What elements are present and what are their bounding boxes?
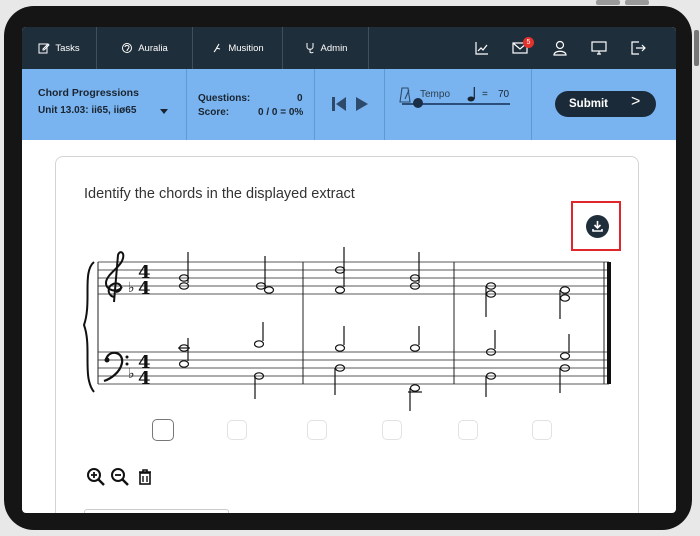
treble-clef <box>104 251 125 303</box>
submit-button[interactable]: Submit > <box>555 91 656 117</box>
device-side-handle <box>694 30 699 66</box>
metronome-icon <box>399 87 411 103</box>
tempo-label: Tempo <box>420 89 451 100</box>
grand-staff-brace <box>82 261 95 393</box>
score-value: 0 / 0 = 0% <box>258 107 304 118</box>
ear-icon <box>122 43 133 53</box>
nav-auralia-label: Auralia <box>138 42 168 54</box>
score-label: Score: <box>198 107 230 118</box>
chart-icon[interactable] <box>473 39 491 57</box>
bottom-panel-edge <box>84 509 229 513</box>
chord-answer-box-1[interactable] <box>152 419 174 441</box>
unit-dropdown-chevron-down-icon[interactable] <box>160 109 168 114</box>
questions-value: 0 <box>297 93 303 104</box>
download-button[interactable] <box>586 215 609 238</box>
download-icon <box>592 221 603 232</box>
device-volume-button <box>596 0 620 5</box>
logout-icon[interactable] <box>629 39 647 57</box>
nav-tasks-label: Tasks <box>55 42 80 54</box>
chord-answer-box-2[interactable] <box>227 420 247 440</box>
nav-auralia[interactable]: Auralia <box>97 27 193 69</box>
key-signature-flat: ♭ <box>128 366 135 382</box>
top-navigation-bar: Tasks Auralia Musition Admin 5 <box>22 27 676 69</box>
zoom-out-icon[interactable] <box>110 467 130 487</box>
svg-text:4: 4 <box>138 278 151 299</box>
key-signature-flat: ♭ <box>128 280 135 296</box>
treble-staff <box>98 261 609 295</box>
nav-admin[interactable]: Admin <box>283 27 369 69</box>
treble-notes <box>178 247 571 319</box>
device-volume-button-2 <box>625 0 649 5</box>
zoom-in-icon[interactable] <box>86 467 106 487</box>
musition-icon <box>213 43 221 53</box>
nav-admin-label: Admin <box>320 42 348 54</box>
trash-icon[interactable] <box>135 467 155 487</box>
divider <box>531 69 532 140</box>
question-text: Identify the chords in the displayed ext… <box>84 186 355 202</box>
chord-answer-box-3[interactable] <box>307 420 327 440</box>
chord-answer-box-4[interactable] <box>382 420 402 440</box>
bass-clef <box>103 351 124 383</box>
bass-notes <box>178 322 571 411</box>
bass-staff <box>98 351 609 385</box>
music-score: ♭ ♭ 4 4 4 4 <box>82 247 611 411</box>
messages-badge: 5 <box>523 37 534 48</box>
divider <box>186 69 187 140</box>
user-icon[interactable] <box>551 39 569 57</box>
tempo-slider-knob[interactable] <box>413 98 423 108</box>
nav-musition-label: Musition <box>228 42 264 54</box>
stethoscope-icon <box>306 43 314 54</box>
nav-musition[interactable]: Musition <box>193 27 283 69</box>
divider <box>314 69 315 140</box>
nav-tasks[interactable]: Tasks <box>22 27 97 69</box>
chord-answer-box-5[interactable] <box>458 420 478 440</box>
quarter-note-icon <box>467 87 475 102</box>
questions-label: Questions: <box>198 93 251 104</box>
divider <box>384 69 385 140</box>
unit-title: Unit 13.03: ii65, iiø65 <box>38 105 137 116</box>
chord-answer-box-6[interactable] <box>532 420 552 440</box>
chevron-right-icon: > <box>631 93 641 110</box>
tempo-equals: = <box>482 89 488 100</box>
svg-text:4: 4 <box>138 368 151 389</box>
submit-label: Submit <box>569 98 608 110</box>
play-icon[interactable] <box>355 96 369 112</box>
tempo-value: 70 <box>498 89 510 100</box>
app-screen: Tasks Auralia Musition Admin 5 Chord Pro… <box>22 27 676 513</box>
course-title: Chord Progressions <box>38 87 139 99</box>
monitor-icon[interactable] <box>590 39 608 57</box>
edit-icon <box>38 43 51 54</box>
skip-back-icon[interactable] <box>331 96 347 112</box>
final-barline-thick <box>607 262 611 384</box>
